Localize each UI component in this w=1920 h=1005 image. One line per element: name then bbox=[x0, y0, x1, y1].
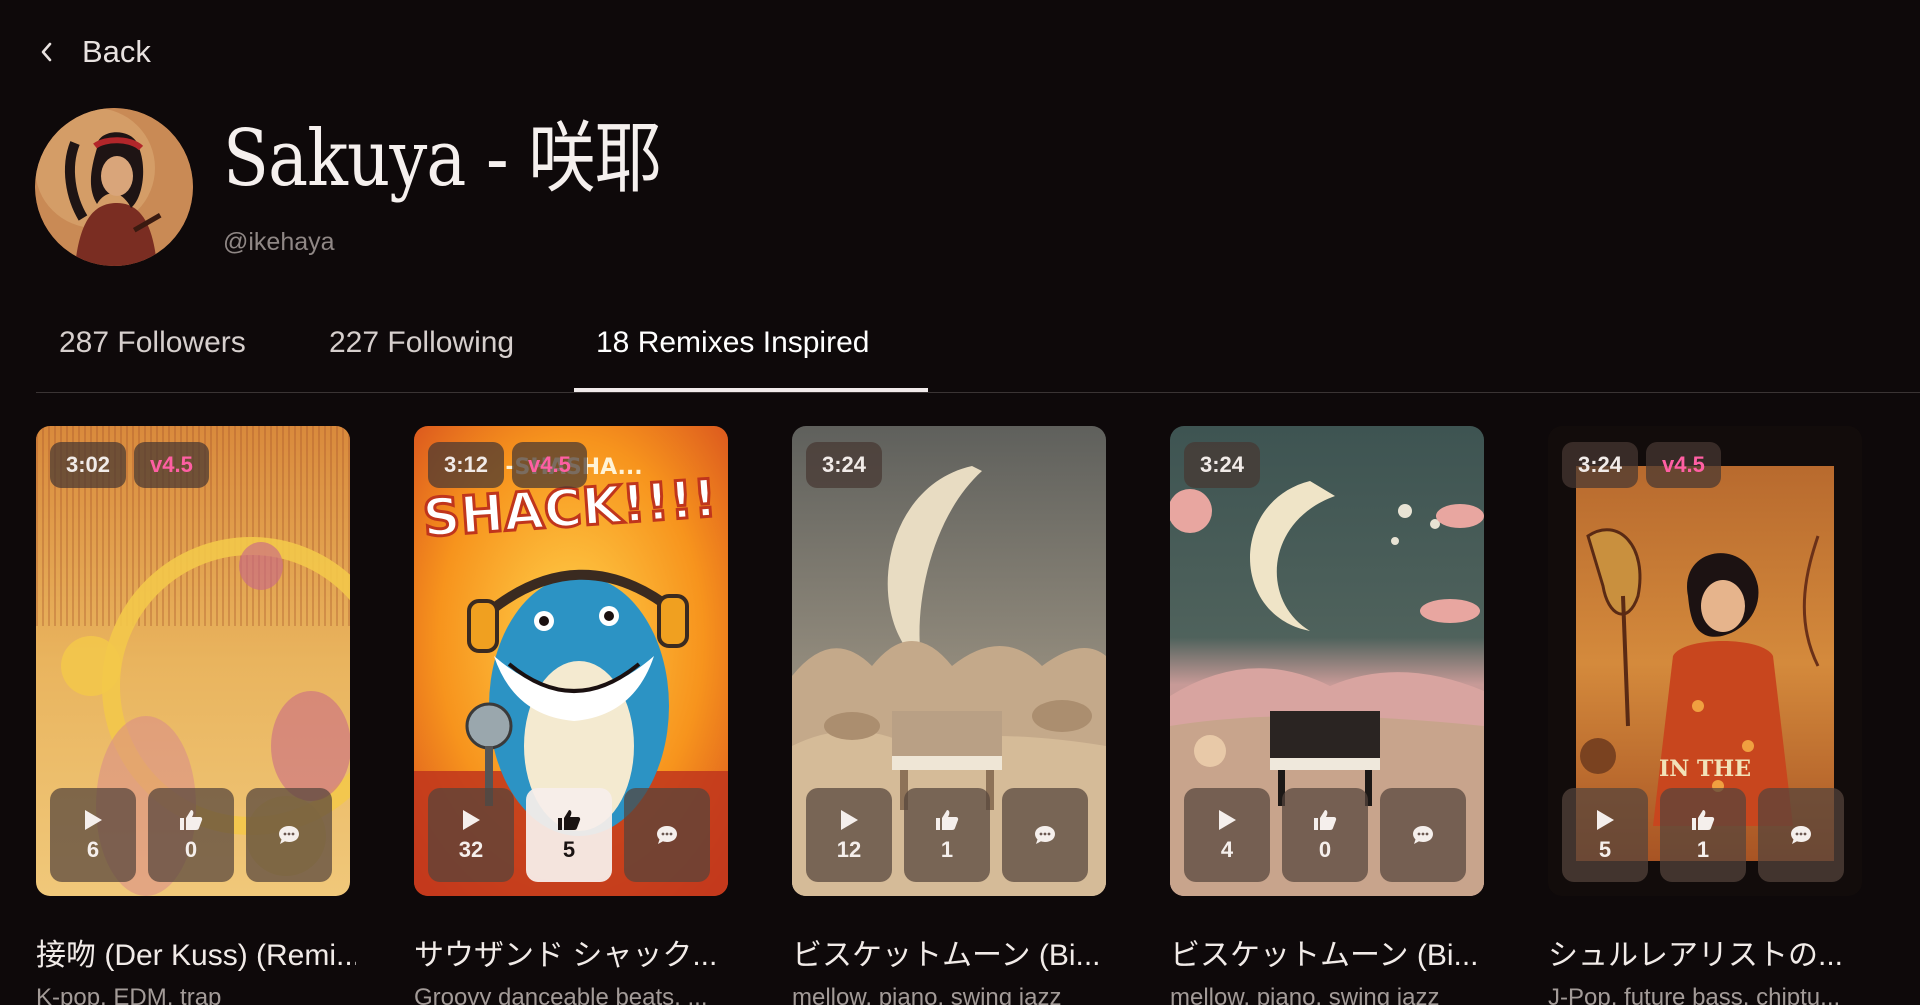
song-card[interactable]: 3:24 12 1 ビスケットムーン (Bi... mellow, piano,… bbox=[792, 426, 1106, 1005]
like-count: 5 bbox=[562, 837, 576, 862]
chevron-left-icon bbox=[40, 32, 60, 72]
like-button[interactable]: 0 bbox=[148, 788, 234, 882]
profile-page: Back Sakuya - 咲耶 @ikehaya 287 Followers … bbox=[0, 0, 1920, 1005]
play-button[interactable]: 5 bbox=[1562, 788, 1648, 882]
active-tab-indicator bbox=[574, 388, 928, 392]
song-card[interactable]: 3:02 v4.5 6 0 接吻 (Der Kuss) (Remi... K-p… bbox=[36, 426, 356, 1005]
thumbs-up-icon bbox=[180, 810, 203, 830]
play-icon bbox=[1219, 810, 1236, 830]
back-button[interactable]: Back bbox=[40, 32, 151, 72]
comment-icon bbox=[657, 826, 677, 844]
comment-icon bbox=[1035, 826, 1055, 844]
like-button[interactable]: 1 bbox=[904, 788, 990, 882]
song-title[interactable]: ビスケットムーン (Bi... bbox=[792, 930, 1112, 974]
song-card[interactable]: -SHASHA... SHACK!!!! 3:12 v4.5 bbox=[414, 426, 728, 1005]
profile-header: Sakuya - 咲耶 @ikehaya bbox=[35, 108, 732, 266]
song-tags: mellow, piano, swing jazz bbox=[792, 984, 1062, 1005]
comment-icon bbox=[1791, 826, 1811, 844]
song-tags: mellow, piano, swing jazz bbox=[1170, 984, 1440, 1005]
song-title[interactable]: サウザンド シャック... bbox=[414, 930, 734, 974]
play-count: 12 bbox=[836, 837, 862, 862]
version-badge: v4.5 bbox=[1646, 442, 1721, 488]
song-grid: 3:02 v4.5 6 0 接吻 (Der Kuss) (Remi... K-p… bbox=[36, 426, 1920, 1005]
thumbs-up-icon bbox=[558, 810, 581, 830]
tab-following[interactable]: 227 Following bbox=[329, 326, 514, 360]
song-title[interactable]: シュルレアリストの... bbox=[1548, 930, 1868, 974]
version-badge: v4.5 bbox=[134, 442, 209, 488]
comment-button[interactable] bbox=[624, 788, 710, 882]
play-button[interactable]: 6 bbox=[50, 788, 136, 882]
like-count: 1 bbox=[940, 837, 954, 862]
play-button[interactable]: 4 bbox=[1184, 788, 1270, 882]
song-tags: Groovy danceable beats, ... bbox=[414, 984, 708, 1005]
duration-badge: 3:12 bbox=[428, 442, 505, 488]
song-cover[interactable]: 3:24 12 1 bbox=[792, 426, 1106, 896]
song-title[interactable]: ビスケットムーン (Bi... bbox=[1170, 930, 1490, 974]
duration-badge: 3:24 bbox=[806, 442, 883, 488]
thumbs-up-icon bbox=[1692, 810, 1715, 830]
profile-tabs: 287 Followers 227 Following 18 Remixes I… bbox=[36, 312, 1920, 393]
back-label: Back bbox=[82, 34, 151, 69]
duration-badge: 3:24 bbox=[1562, 442, 1639, 488]
song-card[interactable]: 3:24 4 0 ビスケットムーン (Bi... mellow, piano, … bbox=[1170, 426, 1484, 1005]
like-button[interactable]: 5 bbox=[526, 788, 612, 882]
tab-followers[interactable]: 287 Followers bbox=[59, 326, 246, 360]
play-count: 4 bbox=[1220, 837, 1234, 862]
play-button[interactable]: 32 bbox=[428, 788, 514, 882]
like-button[interactable]: 1 bbox=[1660, 788, 1746, 882]
avatar[interactable] bbox=[35, 108, 193, 266]
comment-button[interactable] bbox=[1380, 788, 1466, 882]
play-icon bbox=[85, 810, 102, 830]
version-badge: v4.5 bbox=[512, 442, 587, 488]
tab-remixes-inspired[interactable]: 18 Remixes Inspired bbox=[596, 326, 869, 360]
duration-badge: 3:24 bbox=[1184, 442, 1261, 488]
song-cover[interactable]: IN THE 3:24 v4.5 5 1 bbox=[1548, 426, 1862, 896]
comment-icon bbox=[279, 826, 299, 844]
play-count: 5 bbox=[1598, 837, 1612, 862]
comment-button[interactable] bbox=[1758, 788, 1844, 882]
like-count: 0 bbox=[184, 837, 198, 862]
thumbs-up-icon bbox=[936, 810, 959, 830]
song-tags: J-Pop, future bass, chiptu... bbox=[1548, 984, 1841, 1005]
like-count: 1 bbox=[1696, 837, 1710, 862]
thumbs-up-icon bbox=[1314, 810, 1337, 830]
comment-button[interactable] bbox=[1002, 788, 1088, 882]
play-count: 32 bbox=[458, 837, 484, 862]
duration-badge: 3:02 bbox=[50, 442, 127, 488]
play-count: 6 bbox=[86, 837, 100, 862]
play-icon bbox=[841, 810, 858, 830]
song-cover[interactable]: -SHASHA... SHACK!!!! 3:12 v4.5 bbox=[414, 426, 728, 896]
song-cover[interactable]: 3:02 v4.5 6 0 bbox=[36, 426, 350, 896]
comment-icon bbox=[1413, 826, 1433, 844]
display-name: Sakuya - 咲耶 bbox=[223, 114, 662, 204]
like-count: 0 bbox=[1318, 837, 1332, 862]
song-title[interactable]: 接吻 (Der Kuss) (Remi... bbox=[36, 930, 356, 974]
song-card[interactable]: IN THE 3:24 v4.5 5 1 シュルレアリストの... J-Pop,… bbox=[1548, 426, 1862, 1005]
play-icon bbox=[1597, 810, 1614, 830]
comment-button[interactable] bbox=[246, 788, 332, 882]
play-button[interactable]: 12 bbox=[806, 788, 892, 882]
song-cover[interactable]: 3:24 4 0 bbox=[1170, 426, 1484, 896]
cover-caption: IN THE bbox=[1659, 756, 1751, 782]
user-handle: @ikehaya bbox=[223, 228, 335, 256]
play-icon bbox=[463, 810, 480, 830]
song-tags: K-pop, EDM, trap bbox=[36, 984, 222, 1005]
like-button[interactable]: 0 bbox=[1282, 788, 1368, 882]
